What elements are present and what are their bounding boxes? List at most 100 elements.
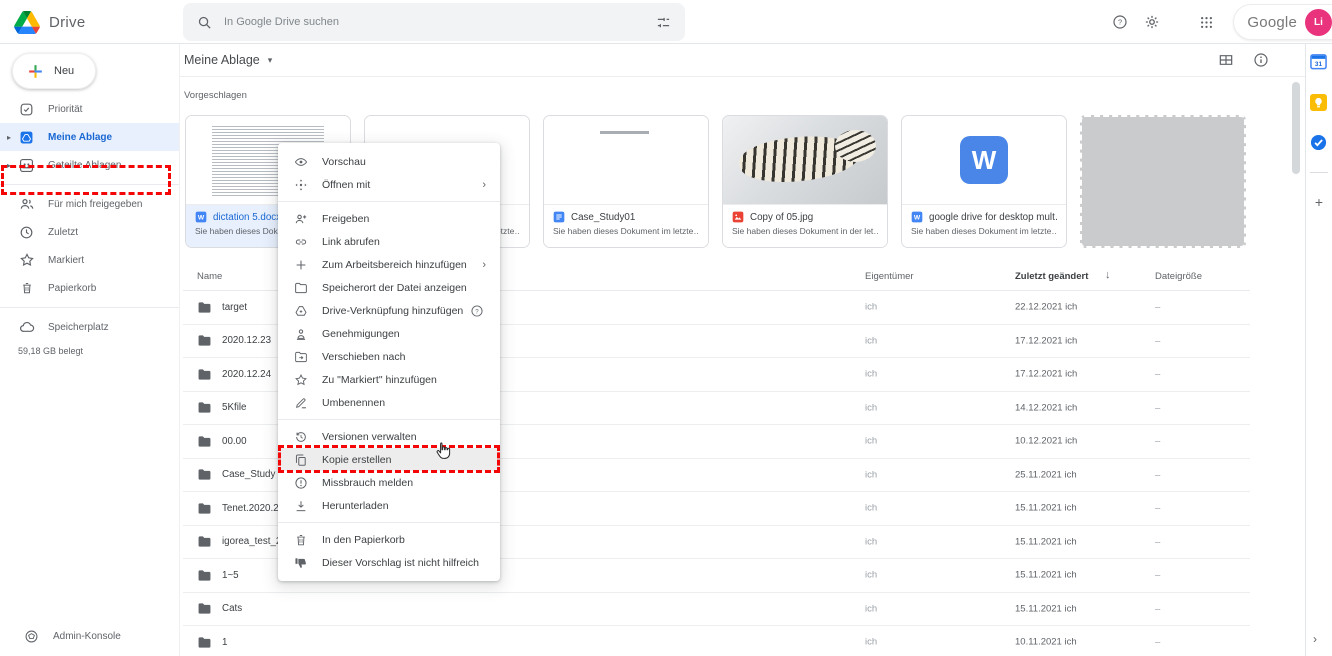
card-subtitle: Sie haben dieses Dokument im letzte… [553,226,699,236]
svg-text:?: ? [475,308,479,315]
file-card-placeholder[interactable] [1079,114,1247,249]
menu-item-label: Drive-Verknüpfung hinzufügen [322,304,464,317]
cell-size: – [1155,469,1161,481]
cell-name: target [197,291,247,324]
menu-item-label: Missbrauch melden [322,476,414,489]
sidebar-item-meine-ablage[interactable]: ▸ Meine Ablage [0,123,179,151]
folder-name: target [222,301,248,313]
expand-caret-icon[interactable]: ▸ [0,161,13,170]
help-circle-icon: ? [468,304,486,318]
folder-icon [197,400,212,415]
move-icon [292,350,310,364]
thumb-down-icon [292,556,310,570]
cell-modified: 14.12.2021 ich [1015,402,1078,414]
menu-item-freigeben[interactable]: Freigeben [278,207,500,230]
sidebar-item-geteilte-ablagen[interactable]: ▸ Geteilte Ablagen [0,151,179,179]
new-button[interactable]: Neu [12,53,96,89]
sidebar-item-fur-mich-freigegeben[interactable]: Für mich freigegeben [0,190,179,218]
folder-name: 00.00 [222,435,247,447]
cell-name: 2020.12.24 [197,358,271,391]
menu-item-versionen-verwalten[interactable]: Versionen verwalten [278,425,500,448]
search-options-icon[interactable] [656,15,671,30]
my-drive-icon [18,130,35,145]
priority-icon [18,102,35,117]
collapse-panel-icon[interactable]: › [1313,632,1317,646]
cell-name: Cats [197,593,242,626]
sidebar-item-prioritat[interactable]: Priorität [0,95,179,123]
settings-gear-icon[interactable] [1139,9,1165,35]
menu-item-label: Speicherort der Datei anzeigen [322,281,467,294]
file-card-copy-of-05-jpg[interactable]: Copy of 05.jpg Sie haben dieses Dokument … [722,115,888,248]
menu-item-label: Freigeben [322,212,370,225]
topbar-actions: ? Google Li [1107,0,1332,44]
get-addons-icon[interactable]: + [1310,194,1328,210]
file-row-cats[interactable]: Cats ich 15.11.2021 ich – [183,593,1250,626]
search-icon[interactable] [197,15,212,30]
menu-item-in-den-papierkorb[interactable]: In den Papierkorb [278,528,500,551]
sort-desc-icon[interactable]: ↓ [1105,269,1111,281]
search-input[interactable] [224,16,644,28]
word-logo-box: W [960,136,1008,184]
shared-with-me-icon [18,196,35,212]
menu-item-umbenennen[interactable]: Umbenennen [278,391,500,414]
file-card-google-drive-for-desktop-mult[interactable]: W Wgoogle drive for desktop mult… Sie habe… [901,115,1067,248]
keep-icon[interactable] [1310,94,1328,112]
folder-icon [197,467,212,482]
sidebar-item-markiert[interactable]: Markiert [0,246,179,274]
folder-icon [197,568,212,583]
title-dropdown-icon[interactable]: ▾ [268,55,273,66]
menu-item-genehmigungen[interactable]: Genehmigungen [278,322,500,345]
menu-item-link-abrufen[interactable]: Link abrufen [278,230,500,253]
calendar-icon[interactable]: 31 [1310,53,1328,71]
cell-owner: ich [865,469,878,481]
menu-item-vorschau[interactable]: Vorschau [278,150,500,173]
search-bar[interactable] [183,3,685,41]
info-icon[interactable] [1251,50,1271,70]
cloud-icon [18,319,35,335]
menu-item-missbrauch-melden[interactable]: Missbrauch melden [278,471,500,494]
menu-item-herunterladen[interactable]: Herunterladen [278,494,500,517]
sidebar-item-label: Geteilte Ablagen [48,159,122,171]
cell-size: – [1155,502,1161,514]
menu-item-offnen-mit[interactable]: Öffnen mit › [278,173,500,196]
sidebar-item-admin-konsole[interactable]: Admin-Konsole [0,623,179,649]
file-card-case-study01[interactable]: Case_Study01 Sie haben dieses Dokument im… [543,115,709,248]
menu-divider [278,522,500,523]
sidebar-item-label: Papierkorb [48,282,97,294]
cell-modified: 22.12.2021 ich [1015,301,1078,313]
sidebar-divider [0,307,179,308]
panel-divider [1310,172,1328,173]
column-owner[interactable]: Eigentümer [865,271,914,282]
cell-size: – [1155,569,1161,581]
menu-item-drive-verknupfung-hinzufugen[interactable]: Drive-Verknüpfung hinzufügen? [278,299,500,322]
sidebar-item-speicherplatz[interactable]: Speicherplatz [0,313,179,341]
expand-caret-icon[interactable]: ▸ [0,133,13,142]
column-modified[interactable]: Zuletzt geändert [1015,271,1088,282]
file-row-1[interactable]: 1 ich 10.11.2021 ich – [183,626,1250,656]
menu-item-speicherort-der-datei-anzeigen[interactable]: Speicherort der Datei anzeigen [278,276,500,299]
add-workspace-icon [292,258,310,272]
column-size[interactable]: Dateigröße [1155,271,1202,282]
vertical-scrollbar[interactable] [1292,82,1300,174]
column-name[interactable]: Name [197,271,222,282]
menu-item-zu-markiert-hinzufugen[interactable]: Zu "Markiert" hinzufügen [278,368,500,391]
menu-divider [278,201,500,202]
menu-item-kopie-erstellen[interactable]: Kopie erstellen [278,448,500,471]
card-file-name: Case_Study01 [571,211,636,223]
help-icon[interactable]: ? [1107,9,1133,35]
sidebar-item-zuletzt[interactable]: Zuletzt [0,218,179,246]
tasks-icon[interactable] [1310,134,1328,152]
cell-name: 2020.12.23 [197,325,271,358]
drive-home-link[interactable]: Drive [14,0,86,44]
menu-item-verschieben-nach[interactable]: Verschieben nach [278,345,500,368]
apps-grid-icon[interactable] [1193,9,1219,35]
versions-icon [292,430,310,444]
avatar[interactable]: Li [1305,8,1332,36]
cell-owner: ich [865,502,878,514]
grid-view-icon[interactable] [1216,50,1236,70]
sidebar-item-papierkorb[interactable]: Papierkorb [0,274,179,302]
menu-item-zum-arbeitsbereich-hinzufugen[interactable]: Zum Arbeitsbereich hinzufügen › [278,253,500,276]
menu-item-dieser-vorschlag-ist-nicht-hilfreich[interactable]: Dieser Vorschlag ist nicht hilfreich [278,551,500,574]
new-button-label: Neu [54,65,75,77]
page-title[interactable]: Meine Ablage [184,53,260,67]
